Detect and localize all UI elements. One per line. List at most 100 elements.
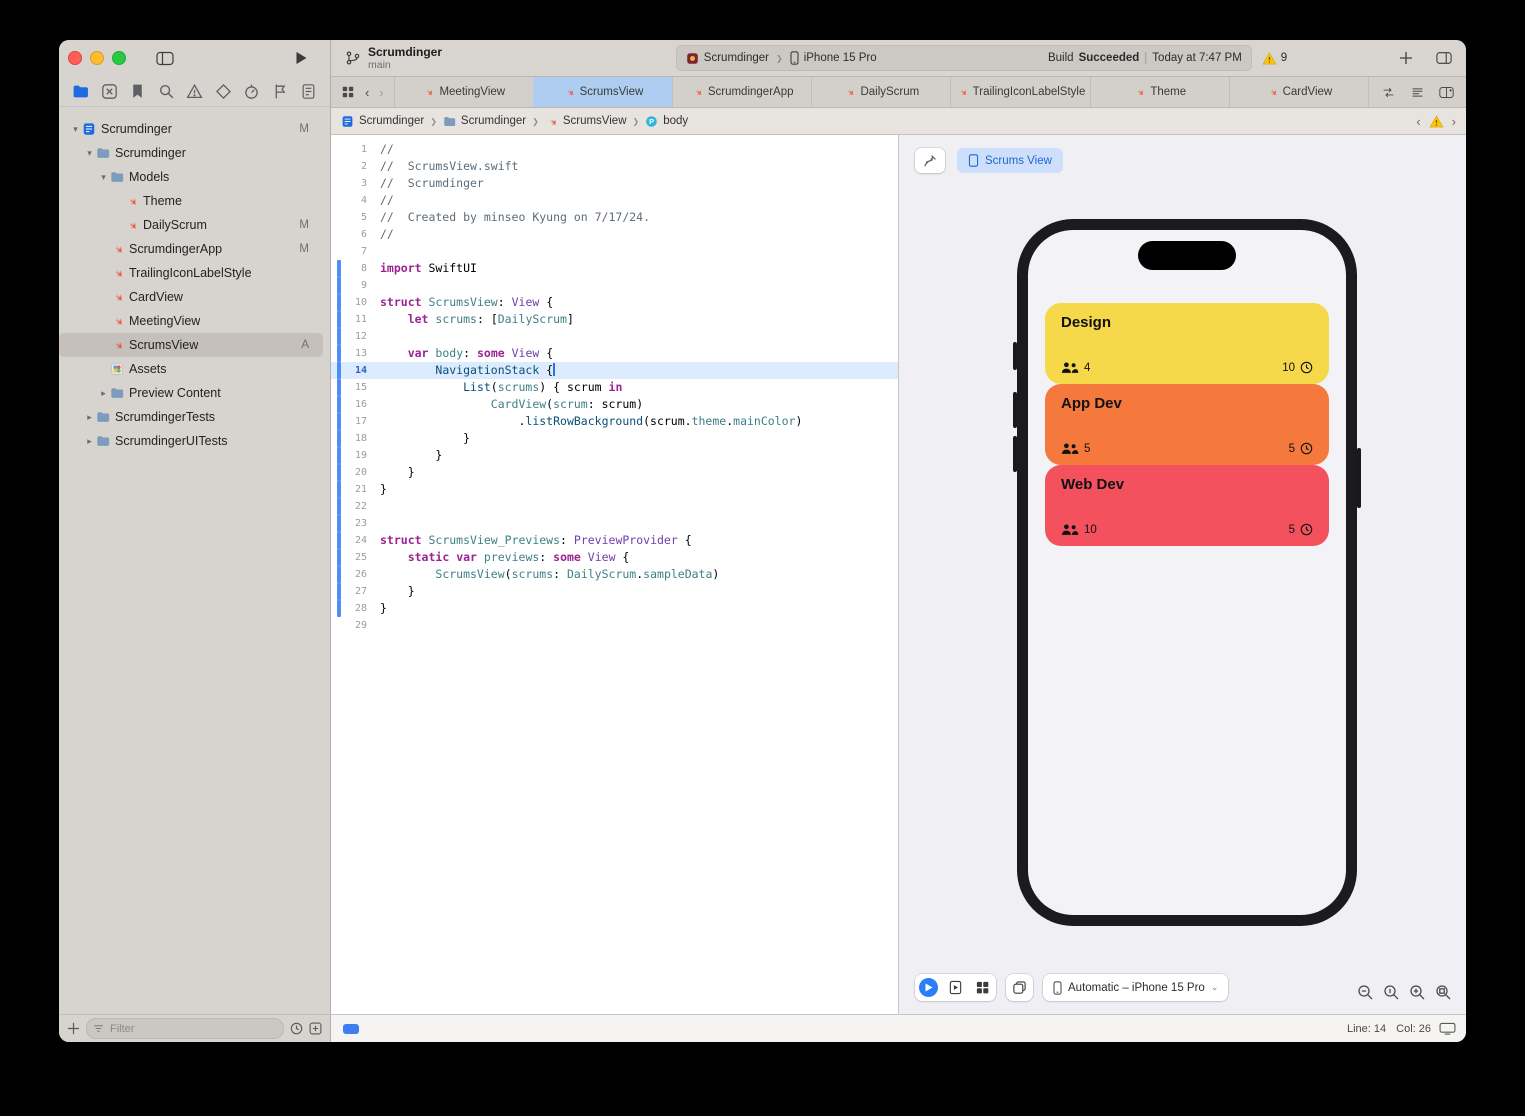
breadcrumb-scrumsview[interactable]: ScrumsView: [545, 115, 627, 128]
sidebar-item-preview-content[interactable]: ▸ Preview Content: [59, 381, 323, 405]
nav-project-icon[interactable]: [72, 83, 89, 100]
tab-trailingiconlabelstyle[interactable]: TrailingIconLabelStyle: [950, 77, 1089, 107]
sidebar-item-trailingiconlabelstyle[interactable]: TrailingIconLabelStyle: [59, 261, 323, 285]
zoom-in-icon[interactable]: [1409, 984, 1426, 1001]
live-preview-button[interactable]: [915, 974, 942, 1001]
chevron-right-icon[interactable]: ▸: [83, 412, 96, 423]
library-plus-icon[interactable]: [1398, 51, 1414, 65]
sidebar-item-scrumdinger[interactable]: ▾ Scrumdinger: [59, 141, 323, 165]
sidebar-item-theme[interactable]: Theme: [59, 189, 323, 213]
nav-tests-icon[interactable]: [215, 83, 232, 100]
code-line-26[interactable]: 26 ScrumsView(scrums: DailyScrum.sampleD…: [331, 566, 898, 583]
recents-filter-icon[interactable]: [290, 1022, 303, 1035]
code-line-23[interactable]: 23: [331, 515, 898, 532]
code-line-15[interactable]: 15 List(scrums) { scrum in: [331, 379, 898, 396]
nav-report-icon[interactable]: [300, 83, 317, 100]
tab-scrumsview[interactable]: ScrumsView: [532, 77, 673, 107]
chevron-down-icon[interactable]: ▾: [83, 148, 96, 159]
sidebar-item-scrumdinger[interactable]: ▾ Scrumdinger M: [59, 117, 323, 141]
add-file-icon[interactable]: [67, 1022, 80, 1035]
back-icon[interactable]: ‹: [365, 85, 369, 100]
zoom-out-icon[interactable]: [1357, 984, 1374, 1001]
tab-cardview[interactable]: CardView: [1228, 77, 1368, 107]
code-review-icon[interactable]: [1381, 86, 1396, 99]
breadcrumb-body[interactable]: Pbody: [645, 115, 688, 128]
scrum-card-design[interactable]: Design 4 10: [1045, 303, 1329, 384]
code-line-16[interactable]: 16 CardView(scrum: scrum): [331, 396, 898, 413]
sidebar-item-models[interactable]: ▾ Models: [59, 165, 323, 189]
sidebar-item-meetingview[interactable]: MeetingView: [59, 309, 323, 333]
sidebar-item-assets[interactable]: Assets: [59, 357, 323, 381]
chevron-right-icon[interactable]: ▸: [97, 388, 110, 399]
code-line-4[interactable]: 4 //: [331, 192, 898, 209]
code-line-25[interactable]: 25 static var previews: some View {: [331, 549, 898, 566]
code-line-1[interactable]: 1 //: [331, 141, 898, 158]
nav-vcs-icon[interactable]: [101, 83, 118, 100]
scrum-card-web-dev[interactable]: Web Dev 10 5: [1045, 465, 1329, 546]
zoom-actual-size-icon[interactable]: [1383, 984, 1400, 1001]
activity-view[interactable]: Scrumdinger ❯ iPhone 15 Pro Build Succee…: [675, 45, 1252, 71]
code-line-5[interactable]: 5 // Created by minseo Kyung on 7/17/24.: [331, 209, 898, 226]
code-line-8[interactable]: 8 import SwiftUI: [331, 260, 898, 277]
selectable-preview-button[interactable]: [942, 974, 969, 1001]
scheme-name[interactable]: Scrumdinger: [704, 52, 769, 64]
related-items-icon[interactable]: [341, 85, 355, 99]
breadcrumb-scrumdinger[interactable]: Scrumdinger: [443, 115, 526, 128]
preview-device-menu[interactable]: Automatic – iPhone 15 Pro ⌄: [1043, 974, 1229, 1001]
sidebar-item-scrumsview[interactable]: ScrumsView A: [59, 333, 323, 357]
scm-filter-icon[interactable]: [309, 1022, 322, 1035]
code-line-14[interactable]: 14 NavigationStack {: [331, 362, 898, 379]
code-line-28[interactable]: 28}: [331, 600, 898, 617]
code-line-12[interactable]: 12: [331, 328, 898, 345]
code-line-27[interactable]: 27 }: [331, 583, 898, 600]
warning-count-badge[interactable]: 9: [1262, 51, 1287, 65]
code-line-22[interactable]: 22: [331, 498, 898, 515]
code-line-3[interactable]: 3 // Scrumdinger: [331, 175, 898, 192]
display-icon[interactable]: [1439, 1022, 1456, 1035]
scrum-card-app-dev[interactable]: App Dev 5 5: [1045, 384, 1329, 465]
pin-preview-button[interactable]: [915, 148, 945, 173]
forward-icon[interactable]: ›: [379, 85, 383, 100]
nav-bookmark-icon[interactable]: [129, 83, 146, 100]
sidebar-item-cardview[interactable]: CardView: [59, 285, 323, 309]
sidebar-item-scrumdingerapp[interactable]: ScrumdingerApp M: [59, 237, 323, 261]
code-line-6[interactable]: 6 //: [331, 226, 898, 243]
source-editor[interactable]: 1 // 2 // ScrumsView.swift 3 // Scrumdinger 4 /…: [331, 135, 898, 1014]
tab-meetingview[interactable]: MeetingView: [393, 77, 533, 107]
code-line-7[interactable]: 7: [331, 243, 898, 260]
tab-theme[interactable]: Theme: [1089, 77, 1229, 107]
toggle-sidebar-icon[interactable]: [156, 51, 174, 66]
zoom-fit-icon[interactable]: [1435, 984, 1452, 1001]
filter-input[interactable]: [108, 1021, 277, 1036]
scheme-branch-area[interactable]: Scrumdinger main: [345, 45, 575, 71]
adjust-editor-icon[interactable]: [1410, 86, 1425, 99]
chevron-right-icon[interactable]: ▸: [83, 436, 96, 447]
code-line-10[interactable]: 10 struct ScrumsView: View {: [331, 294, 898, 311]
nav-find-icon[interactable]: [158, 83, 175, 100]
run-button[interactable]: [295, 51, 308, 65]
device-settings-button[interactable]: [1006, 974, 1033, 1001]
preview-tab[interactable]: Scrums View: [957, 148, 1063, 173]
code-line-11[interactable]: 11 let scrums: [DailyScrum]: [331, 311, 898, 328]
chevron-down-icon[interactable]: ▾: [97, 172, 110, 183]
close-window-button[interactable]: [68, 51, 82, 65]
minimize-window-button[interactable]: [90, 51, 104, 65]
chevron-down-icon[interactable]: ▾: [69, 124, 82, 135]
zoom-window-button[interactable]: [112, 51, 126, 65]
sidebar-item-dailyscrum[interactable]: DailyScrum M: [59, 213, 323, 237]
sidebar-item-scrumdingeruitests[interactable]: ▸ ScrumdingerUITests: [59, 429, 323, 453]
nav-issues-icon[interactable]: [186, 83, 203, 100]
code-line-29[interactable]: 29: [331, 617, 898, 634]
code-line-19[interactable]: 19 }: [331, 447, 898, 464]
editor-layout-icon[interactable]: [1436, 51, 1452, 65]
next-issue-icon[interactable]: ›: [1452, 114, 1456, 129]
add-editor-icon[interactable]: [1439, 86, 1454, 99]
code-line-2[interactable]: 2 // ScrumsView.swift: [331, 158, 898, 175]
breadcrumb-scrumdinger[interactable]: Scrumdinger: [341, 115, 424, 128]
issue-warning-icon[interactable]: [1429, 114, 1444, 128]
code-line-24[interactable]: 24 struct ScrumsView_Previews: PreviewPro…: [331, 532, 898, 549]
code-line-9[interactable]: 9: [331, 277, 898, 294]
code-line-18[interactable]: 18 }: [331, 430, 898, 447]
previous-issue-icon[interactable]: ‹: [1416, 114, 1420, 129]
tab-scrumdingerapp[interactable]: ScrumdingerApp: [672, 77, 811, 107]
